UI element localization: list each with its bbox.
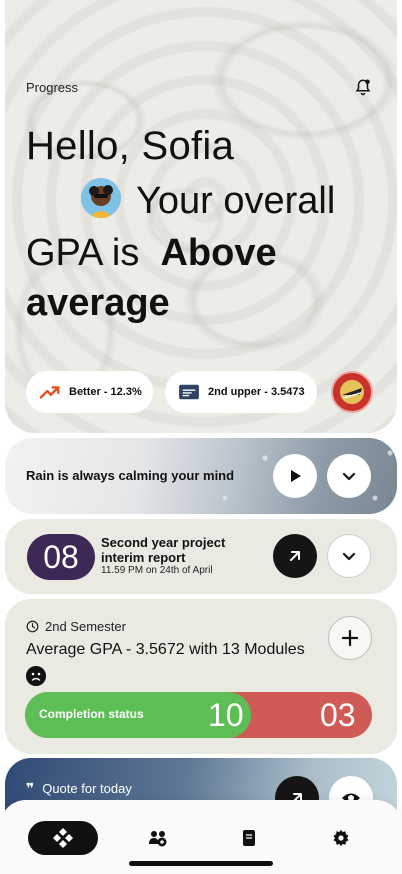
people-icon [149, 831, 167, 847]
plus-icon [341, 629, 359, 647]
nav-settings[interactable] [331, 828, 351, 848]
university-logo-icon [335, 375, 369, 409]
gpa-text-line3: average [26, 282, 170, 324]
open-deadline-button[interactable] [273, 534, 317, 578]
arrow-up-right-icon [290, 551, 300, 561]
rain-text: Rain is always calming your mind [26, 468, 235, 483]
gpa-text-line1: Your overall [136, 180, 336, 222]
trend-pill-label: Better - 12.3% [69, 386, 142, 398]
play-button[interactable] [273, 454, 317, 498]
nav-documents[interactable] [239, 828, 259, 848]
sad-face-icon [26, 666, 46, 686]
progress-hero-card: Progress Hello, Sofia Your overall GPA i… [5, 0, 397, 433]
home-diamond-icon [53, 828, 73, 848]
gpa-status-bold: Above [160, 232, 277, 274]
degree-pill[interactable]: 2nd upper - 3.5473 [165, 371, 317, 413]
deadline-expand-button[interactable] [327, 534, 371, 578]
completed-count: 10 [208, 697, 244, 733]
trend-pill[interactable]: Better - 12.3% [26, 371, 153, 413]
semester-header: 2nd Semester [26, 619, 126, 634]
progress-label: Progress [26, 80, 79, 95]
avatar-image [81, 178, 121, 218]
home-indicator [129, 861, 273, 866]
nav-people[interactable] [148, 828, 168, 848]
university-badge[interactable] [331, 371, 373, 413]
quote-header: ❞ Quote for today [26, 780, 132, 797]
document-icon [243, 830, 255, 846]
degree-icon [179, 384, 199, 400]
degree-pill-label: 2nd upper - 3.5473 [208, 386, 305, 398]
remaining-count: 03 [320, 697, 356, 733]
chevron-down-icon [342, 472, 356, 481]
gpa-prefix: GPA is [26, 232, 140, 274]
gpa-text-line2: GPA is Above [26, 232, 277, 275]
average-gpa-text: Average GPA - 3.5672 with 13 Modules [26, 641, 305, 658]
quote-icon: ❞ [26, 780, 35, 796]
completion-status-bar: Completion status 10 03 [25, 692, 372, 738]
deadline-title: Second year project interim report [101, 535, 226, 565]
completion-status-label: Completion status [39, 707, 144, 721]
avatar[interactable] [81, 178, 121, 218]
rain-expand-button[interactable] [327, 454, 371, 498]
rain-player-card[interactable]: Rain is always calming your mind [5, 438, 397, 514]
play-icon [291, 470, 301, 482]
nav-home[interactable] [28, 821, 98, 855]
deadline-subtitle: 11.59 PM on 24th of April [101, 565, 213, 576]
semester-card: 2nd Semester Average GPA - 3.5672 with 1… [5, 599, 397, 754]
semester-label: 2nd Semester [45, 619, 126, 634]
deadline-day-badge: 08 [27, 534, 95, 580]
greeting-title: Hello, Sofia [26, 124, 235, 168]
gear-icon [333, 829, 349, 847]
deadline-card[interactable]: 08 Second year project interim report 11… [5, 519, 397, 594]
history-icon [26, 620, 39, 633]
quote-label: Quote for today [42, 781, 132, 796]
trending-up-icon [39, 386, 60, 399]
bell-icon[interactable] [354, 78, 372, 96]
chevron-down-icon [342, 552, 356, 561]
add-module-button[interactable] [328, 616, 372, 660]
